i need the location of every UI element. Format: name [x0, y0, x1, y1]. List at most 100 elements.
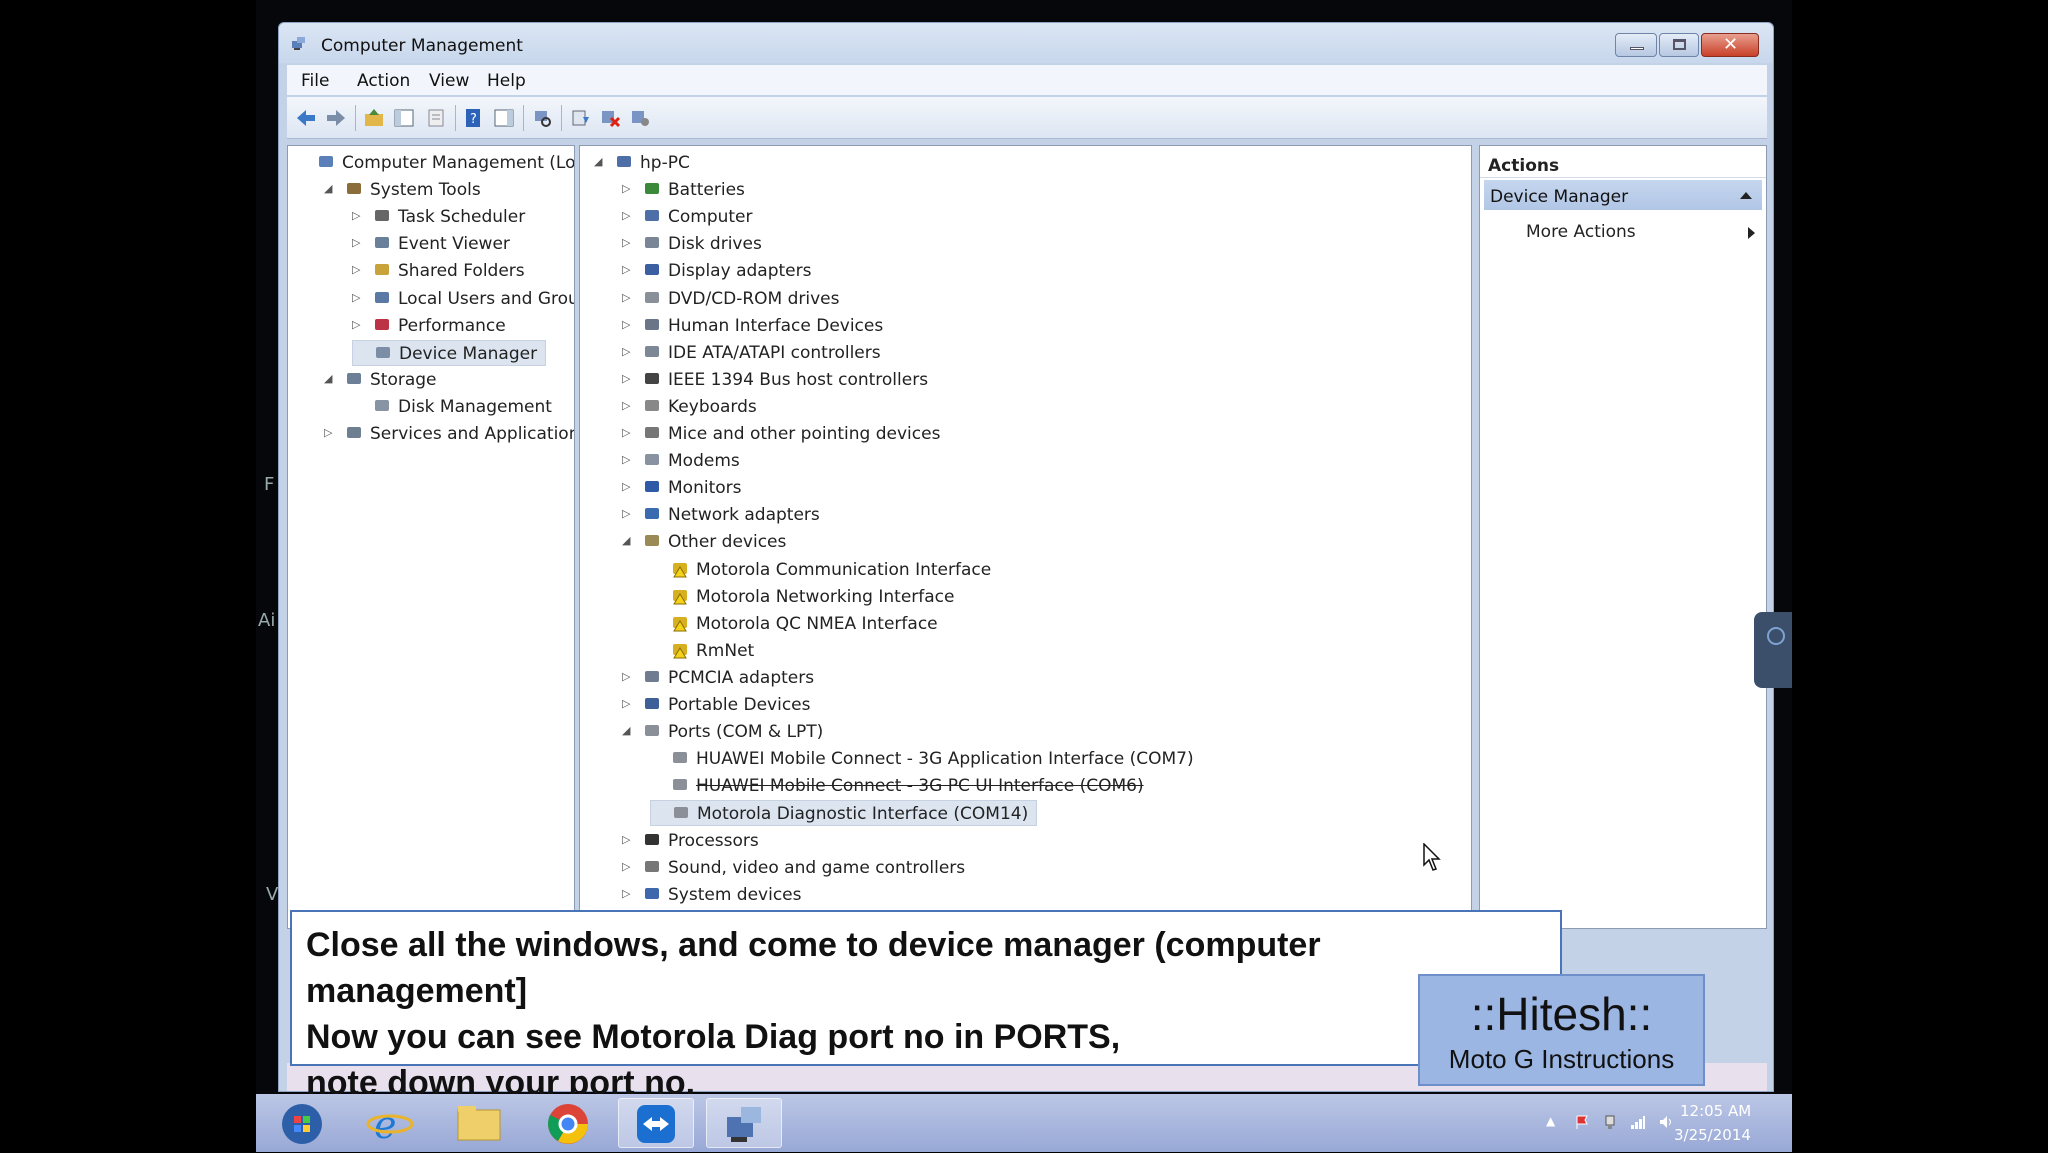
expand-arrow-icon[interactable]: ◢ — [622, 535, 634, 547]
device-tree-item-label: Motorola QC NMEA Interface — [696, 613, 938, 634]
collapse-arrow-icon[interactable]: ▷ — [352, 264, 364, 276]
title-bar[interactable]: Computer Management ✕ — [279, 23, 1773, 63]
expand-arrow-icon[interactable]: ◢ — [594, 156, 606, 168]
device-tree-item-label: System devices — [668, 884, 802, 905]
up-folder-icon[interactable] — [363, 107, 385, 129]
device-tree-item-label: PCMCIA adapters — [668, 667, 815, 688]
collapse-arrow-icon[interactable]: ▷ — [352, 318, 364, 331]
update-driver-icon[interactable] — [569, 107, 591, 129]
toolbar-separator — [523, 105, 524, 131]
device-tree-item-row[interactable]: Motorola Diagnostic Interface (COM14) — [650, 800, 1037, 827]
svg-text:e: e — [374, 1103, 397, 1147]
help-icon[interactable]: ? — [463, 107, 485, 129]
maximize-button[interactable] — [1659, 33, 1699, 57]
console-tree-pane: Computer Management (Local ◢ System Tools ▷… — [287, 145, 575, 929]
device-tree-item-label: HUAWEI Mobile Connect - 3G PC UI Interfa… — [696, 776, 1144, 797]
menu-action[interactable]: Action — [357, 71, 410, 91]
network-signal-icon[interactable] — [1630, 1114, 1646, 1130]
actions-pane: Actions Device Manager More Actions — [1479, 145, 1767, 929]
expand-arrow-icon[interactable]: ◢ — [324, 372, 336, 385]
desktop-icon-label-fragment: Ai — [258, 610, 276, 631]
collapse-arrow-icon[interactable]: ▷ — [622, 427, 634, 439]
menu-help[interactable]: Help — [487, 71, 526, 91]
collapse-arrow-icon[interactable]: ▷ — [352, 237, 364, 249]
expand-arrow-icon[interactable]: ◢ — [324, 183, 336, 195]
collapse-arrow-icon[interactable]: ▷ — [622, 887, 634, 900]
minimize-icon — [1630, 47, 1644, 50]
taskbar-internet-explorer[interactable]: e — [354, 1098, 430, 1148]
warning-device-icon — [673, 643, 687, 659]
collapse-arrow-icon[interactable]: ▷ — [622, 372, 634, 385]
port-icon — [673, 779, 687, 791]
system-device-icon — [645, 887, 659, 899]
more-actions-link[interactable]: More Actions — [1526, 222, 1636, 242]
disable-device-icon[interactable] — [629, 107, 651, 129]
actions-section-device-manager[interactable]: Device Manager — [1484, 180, 1762, 210]
disk-icon — [375, 399, 389, 411]
taskbar-computer-management[interactable] — [706, 1098, 782, 1148]
console-tree-item-label: Local Users and Groups — [398, 288, 574, 309]
console-tree-item-label: Task Scheduler — [398, 207, 526, 228]
device-tree-item-label: RmNet — [696, 640, 755, 661]
collapse-arrow-icon[interactable]: ▷ — [352, 210, 364, 222]
side-dock-tab[interactable] — [1754, 612, 1792, 688]
mouse-icon — [645, 427, 659, 438]
uninstall-icon[interactable] — [599, 107, 621, 129]
performance-icon — [375, 318, 389, 330]
usb-device-icon[interactable] — [1602, 1114, 1618, 1130]
clock-time[interactable]: 12:05 AM — [1680, 1102, 1751, 1120]
show-hidden-icons-icon[interactable]: ▲ — [1546, 1114, 1562, 1130]
submenu-arrow-icon — [1748, 227, 1755, 239]
clock-date[interactable]: 3/25/2014 — [1674, 1126, 1751, 1144]
collapse-arrow-icon[interactable]: ▷ — [622, 237, 634, 249]
minimize-button[interactable] — [1615, 33, 1657, 57]
action-center-flag-icon[interactable] — [1574, 1114, 1590, 1130]
back-icon[interactable] — [295, 107, 317, 129]
collapse-arrow-icon[interactable]: ▷ — [622, 833, 634, 846]
teamviewer-icon — [637, 1105, 675, 1143]
computer-management-icon — [727, 1107, 761, 1142]
close-button[interactable]: ✕ — [1701, 33, 1759, 57]
menu-view[interactable]: View — [429, 71, 469, 91]
console-tree-item-row[interactable]: Device Manager — [352, 339, 546, 366]
collapse-arrow-icon[interactable]: ▷ — [622, 399, 634, 412]
start-button[interactable] — [266, 1098, 342, 1148]
collapse-arrow-icon[interactable]: ▷ — [622, 698, 634, 710]
collapse-arrow-icon[interactable]: ▷ — [622, 860, 634, 873]
sound-icon — [645, 860, 659, 872]
collapse-arrow-icon[interactable]: ▷ — [622, 318, 634, 331]
taskbar-file-explorer[interactable] — [442, 1098, 518, 1148]
scan-hardware-icon[interactable] — [531, 107, 553, 129]
collapse-arrow-icon[interactable]: ▷ — [622, 345, 634, 358]
port-icon — [645, 725, 659, 737]
device-tree-item-label: Ports (COM & LPT) — [668, 722, 824, 743]
collapse-arrow-icon[interactable]: ▷ — [622, 670, 634, 683]
console-tree-item-label: Services and Applications — [370, 424, 575, 444]
forward-icon[interactable] — [325, 107, 347, 129]
clock-icon — [375, 210, 389, 222]
collapse-arrow-icon[interactable] — [1740, 192, 1752, 199]
collapse-arrow-icon[interactable]: ▷ — [622, 454, 634, 466]
properties-sheet-icon[interactable] — [425, 107, 447, 129]
collapse-arrow-icon[interactable]: ▷ — [622, 508, 634, 520]
show-hide-action-pane-icon[interactable] — [493, 107, 515, 129]
collapse-arrow-icon[interactable]: ▷ — [622, 210, 634, 222]
dock-icon — [1767, 627, 1785, 645]
collapse-arrow-icon[interactable]: ▷ — [622, 481, 634, 493]
device-tree-item-label: IDE ATA/ATAPI controllers — [668, 342, 881, 363]
other-devices-icon — [645, 535, 659, 547]
show-hide-console-tree-icon[interactable] — [393, 107, 415, 129]
firewire-icon — [645, 372, 659, 384]
volume-icon[interactable] — [1658, 1114, 1674, 1130]
collapse-arrow-icon[interactable]: ▷ — [622, 183, 634, 195]
collapse-arrow-icon[interactable]: ▷ — [324, 427, 336, 439]
dvd-icon — [645, 291, 659, 303]
taskbar-chrome[interactable] — [530, 1098, 606, 1148]
menu-file[interactable]: File — [301, 71, 329, 91]
collapse-arrow-icon[interactable]: ▷ — [622, 291, 634, 304]
taskbar-teamviewer[interactable] — [618, 1098, 694, 1148]
file-explorer-icon — [457, 1106, 501, 1141]
collapse-arrow-icon[interactable]: ▷ — [352, 291, 364, 304]
collapse-arrow-icon[interactable]: ▷ — [622, 264, 634, 276]
expand-arrow-icon[interactable]: ◢ — [622, 725, 634, 737]
